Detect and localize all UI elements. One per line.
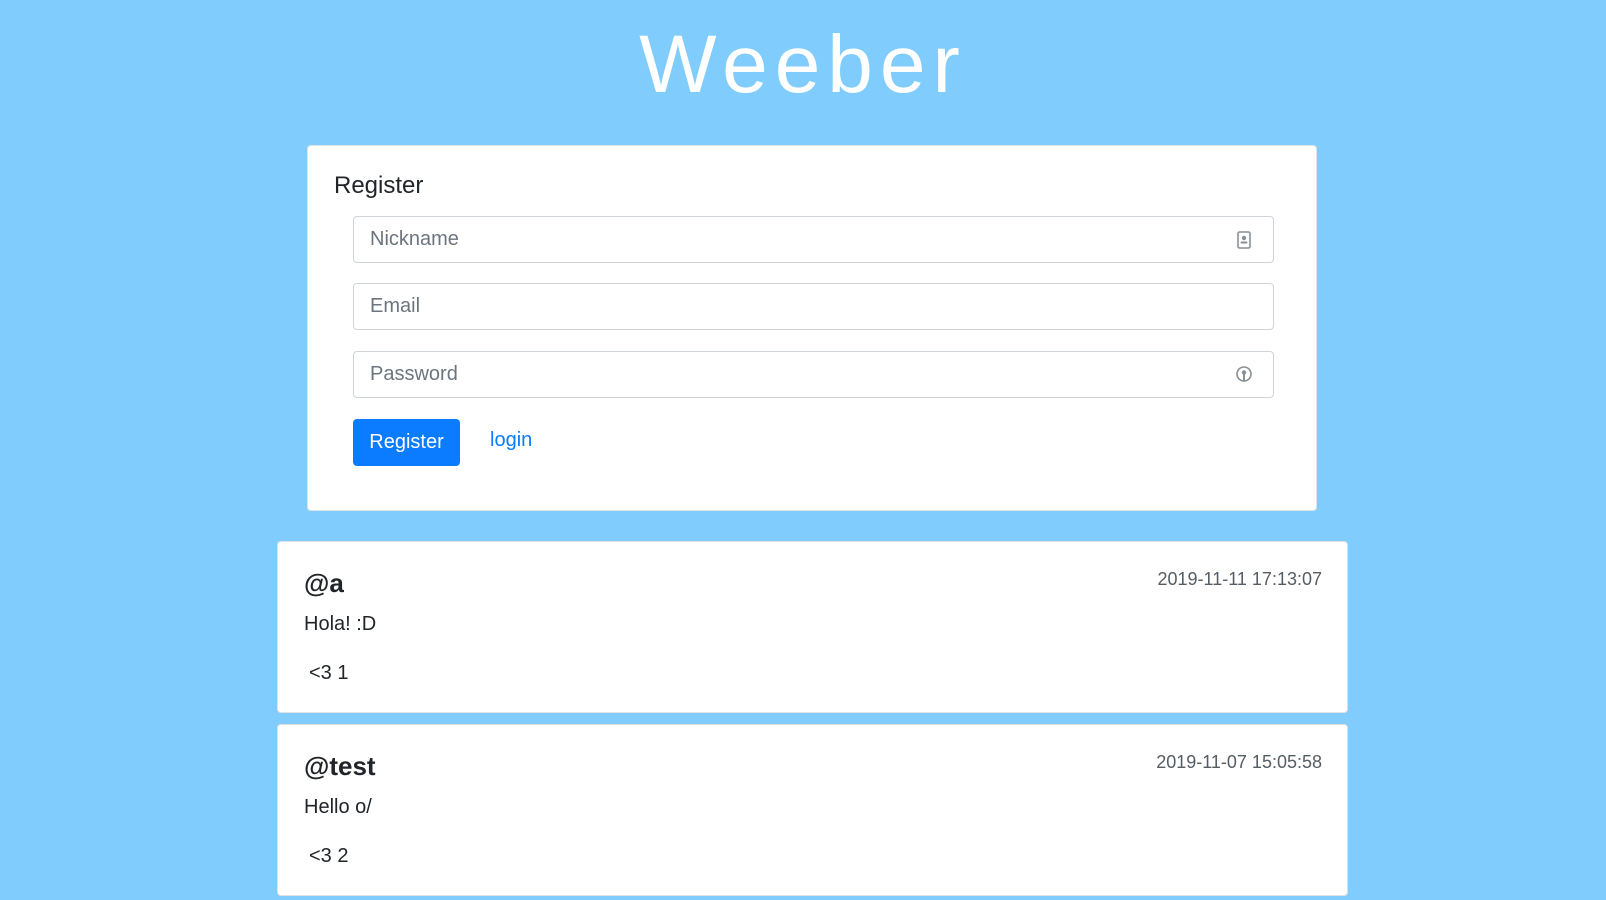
site-title: Weeber — [639, 19, 967, 110]
post-timestamp: 2019-11-07 15:05:58 — [1156, 752, 1322, 772]
nickname-field[interactable] — [353, 216, 1274, 263]
email-field[interactable] — [353, 283, 1274, 330]
post-like-count[interactable]: <3 2 — [309, 845, 348, 868]
register-button[interactable]: Register — [353, 419, 460, 466]
post-author[interactable]: @test — [304, 751, 376, 782]
post-body: Hello o/ — [304, 796, 372, 818]
post-timestamp: 2019-11-11 17:13:07 — [1157, 569, 1322, 589]
password-input[interactable] — [354, 352, 1273, 397]
nickname-input[interactable] — [354, 217, 1273, 262]
password-key-icon — [1233, 364, 1255, 386]
post-card: @test 2019-11-07 15:05:58 Hello o/ <3 2 — [277, 724, 1348, 896]
email-input[interactable] — [354, 284, 1273, 329]
post-card: @a 2019-11-11 17:13:07 Hola! :D <3 1 — [277, 541, 1348, 713]
post-like-count[interactable]: <3 1 — [309, 662, 348, 685]
register-heading: Register — [334, 172, 424, 199]
password-field[interactable] — [353, 351, 1274, 398]
post-author[interactable]: @a — [304, 568, 344, 599]
register-card: Register Register login — [307, 145, 1317, 511]
login-link[interactable]: login — [490, 429, 532, 452]
contact-card-icon — [1233, 229, 1255, 251]
post-body: Hola! :D — [304, 613, 377, 635]
